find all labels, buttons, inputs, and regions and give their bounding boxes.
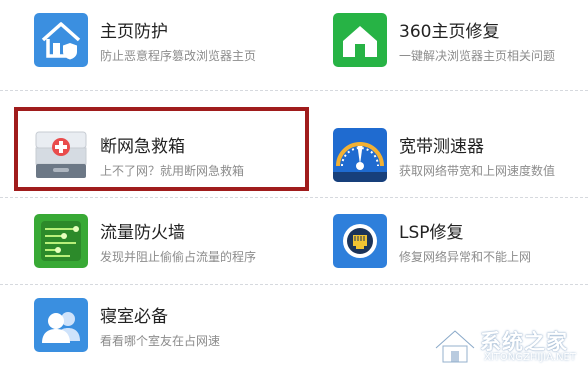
tool-description: 获取网络带宽和上网速度数值 bbox=[399, 164, 556, 178]
roommates-icon bbox=[34, 298, 88, 352]
tool-dorm-essential[interactable]: 寝室必备 看看哪个室友在占网速 bbox=[34, 298, 294, 354]
tool-name: 流量防火墙 bbox=[100, 223, 185, 243]
tool-home-protection[interactable]: 主页防护 防止恶意程序篡改浏览器主页 bbox=[34, 13, 294, 69]
row-separator bbox=[0, 197, 588, 198]
speedometer-icon bbox=[333, 128, 387, 182]
watermark-url: XITONGZHIJIA.NET bbox=[484, 352, 576, 363]
row-separator bbox=[0, 90, 588, 91]
traffic-firewall-icon bbox=[34, 214, 88, 268]
tool-description: 修复网络异常和不能上网 bbox=[399, 250, 532, 264]
tool-description: 发现并阻止偷偷占流量的程序 bbox=[100, 250, 257, 264]
green-home-icon bbox=[333, 13, 387, 67]
row-separator bbox=[0, 284, 588, 285]
tool-name: 主页防护 bbox=[100, 22, 168, 42]
network-port-icon bbox=[333, 214, 387, 268]
home-shield-icon bbox=[34, 13, 88, 67]
tool-description: 防止恶意程序篡改浏览器主页 bbox=[100, 49, 257, 63]
tool-360-home-repair[interactable]: 360主页修复 一键解决浏览器主页相关问题 bbox=[333, 13, 583, 69]
site-watermark: 系统之家 XITONGZHIJIA.NET bbox=[432, 324, 582, 368]
tool-broadband-speed-test[interactable]: 宽带测速器 获取网络带宽和上网速度数值 bbox=[333, 128, 583, 184]
watermark-house-logo-icon bbox=[434, 329, 476, 363]
tool-description: 一键解决浏览器主页相关问题 bbox=[399, 49, 556, 63]
tool-name: 360主页修复 bbox=[399, 22, 500, 42]
tool-name: LSP修复 bbox=[399, 223, 464, 243]
tool-name: 宽带测速器 bbox=[399, 137, 484, 157]
tool-name: 寝室必备 bbox=[100, 307, 168, 327]
tool-lsp-repair[interactable]: LSP修复 修复网络异常和不能上网 bbox=[333, 214, 583, 270]
tool-traffic-firewall[interactable]: 流量防火墙 发现并阻止偷偷占流量的程序 bbox=[34, 214, 294, 270]
highlight-annotation-box bbox=[14, 107, 309, 191]
tool-description: 看看哪个室友在占网速 bbox=[100, 334, 221, 348]
